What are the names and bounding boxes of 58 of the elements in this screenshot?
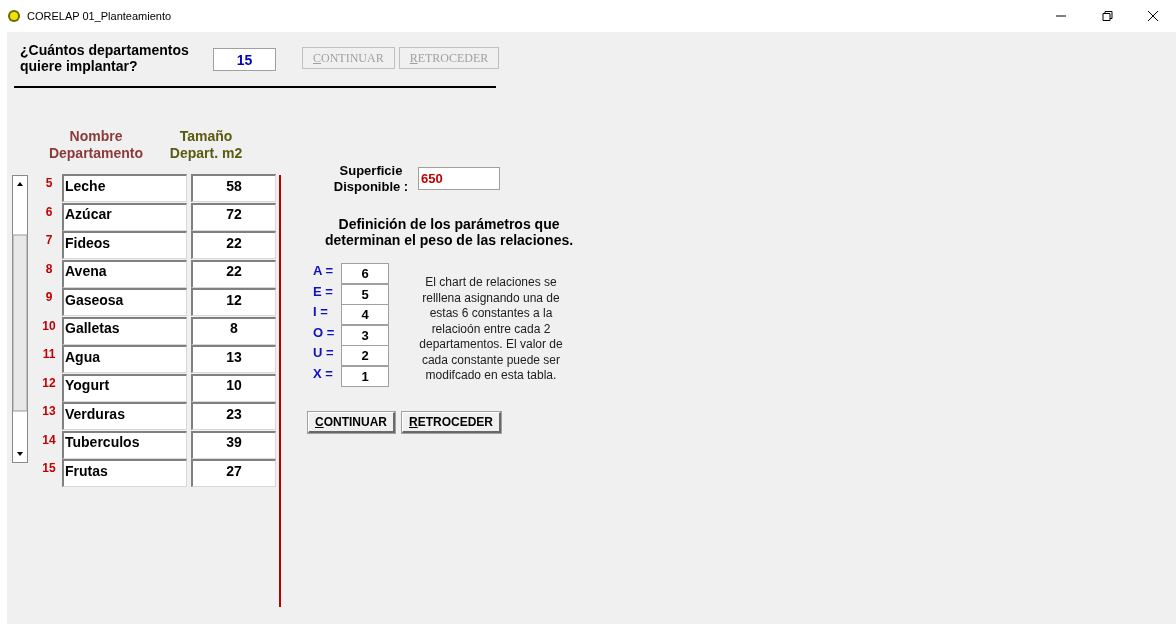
row-number: 6 [44, 203, 54, 221]
parameter-label: A = [313, 263, 335, 279]
parameter-field[interactable]: 4 [341, 304, 389, 325]
row-number: 7 [44, 232, 54, 249]
department-size-field[interactable]: 10 [191, 373, 276, 402]
action-button[interactable]: CONTINUAR [308, 412, 395, 433]
parameter-field[interactable]: 5 [341, 283, 389, 305]
department-name-field[interactable]: Gaseosa [62, 288, 187, 316]
department-name-field[interactable]: Agua [62, 345, 187, 373]
department-name-field[interactable]: Frutas [62, 459, 187, 487]
parameters-heading: Definición de los parámetros que determinan el peso de las relaciones. [323, 216, 575, 248]
department-size-field[interactable]: 27 [191, 459, 276, 487]
department-name-field[interactable]: Yogurt [62, 373, 187, 402]
row-number: 15 [41, 460, 57, 477]
department-size-field[interactable]: 72 [191, 202, 276, 231]
department-name-field[interactable]: Tuberculos [62, 430, 187, 459]
department-name-field[interactable]: Avena [62, 259, 187, 288]
surface-label: Superficie Disponible : [332, 163, 410, 195]
department-name-field[interactable]: Azúcar [62, 202, 187, 231]
department-size-field[interactable]: 39 [191, 430, 276, 459]
department-size-field[interactable]: 22 [191, 231, 276, 259]
row-number: 5 [44, 175, 54, 192]
parameter-field[interactable]: 1 [341, 365, 389, 387]
question-label: ¿Cuántos departamentos quiere implantar? [20, 42, 190, 74]
department-size-field[interactable]: 23 [191, 402, 276, 430]
row-number: 11 [41, 346, 57, 363]
department-name-field[interactable]: Leche [62, 174, 187, 202]
department-size-field[interactable]: 22 [191, 259, 276, 288]
row-number: 10 [41, 317, 57, 335]
department-size-field[interactable]: 13 [191, 345, 276, 373]
row-number: 13 [41, 403, 57, 420]
department-size-field[interactable]: 58 [191, 174, 276, 202]
department-name-field[interactable]: Verduras [62, 402, 187, 430]
parameters-description: El chart de relaciones se relllena asignando una de estas 6 constantes a la relacioón entre cada 2 departamentos. El valor de cada constante puede ser modifcado en esta tabla. [418, 275, 564, 384]
parameter-label: I = [313, 304, 329, 320]
action-button[interactable]: RETROCEDER [402, 412, 501, 433]
department-size-field[interactable]: 12 [191, 288, 276, 316]
column-header: Nombre Departamento [47, 128, 145, 162]
parameter-field[interactable]: 2 [341, 345, 389, 366]
row-number: 14 [41, 431, 57, 449]
row-number: 8 [44, 260, 54, 278]
parameter-label: U = [313, 345, 335, 361]
column-header: Tamaño Depart. m2 [168, 128, 244, 162]
parameter-label: O = [313, 324, 336, 341]
parameter-field[interactable]: 6 [341, 263, 389, 284]
department-count-field[interactable]: 15 [213, 48, 276, 71]
window-title: CORELAP 01_Planteamiento [27, 8, 172, 24]
parameter-field[interactable]: 3 [341, 324, 389, 346]
parameter-label: X = [313, 365, 334, 382]
department-size-field[interactable]: 8 [191, 316, 276, 345]
scrollbar[interactable] [12, 175, 28, 463]
department-name-field[interactable]: Galletas [62, 316, 187, 345]
app-icon [7, 9, 21, 23]
department-name-field[interactable]: Fideos [62, 231, 187, 259]
parameter-label: E = [313, 283, 334, 300]
row-number: 12 [41, 374, 57, 392]
row-number: 9 [44, 289, 54, 306]
surface-field[interactable]: 650 [418, 167, 500, 190]
